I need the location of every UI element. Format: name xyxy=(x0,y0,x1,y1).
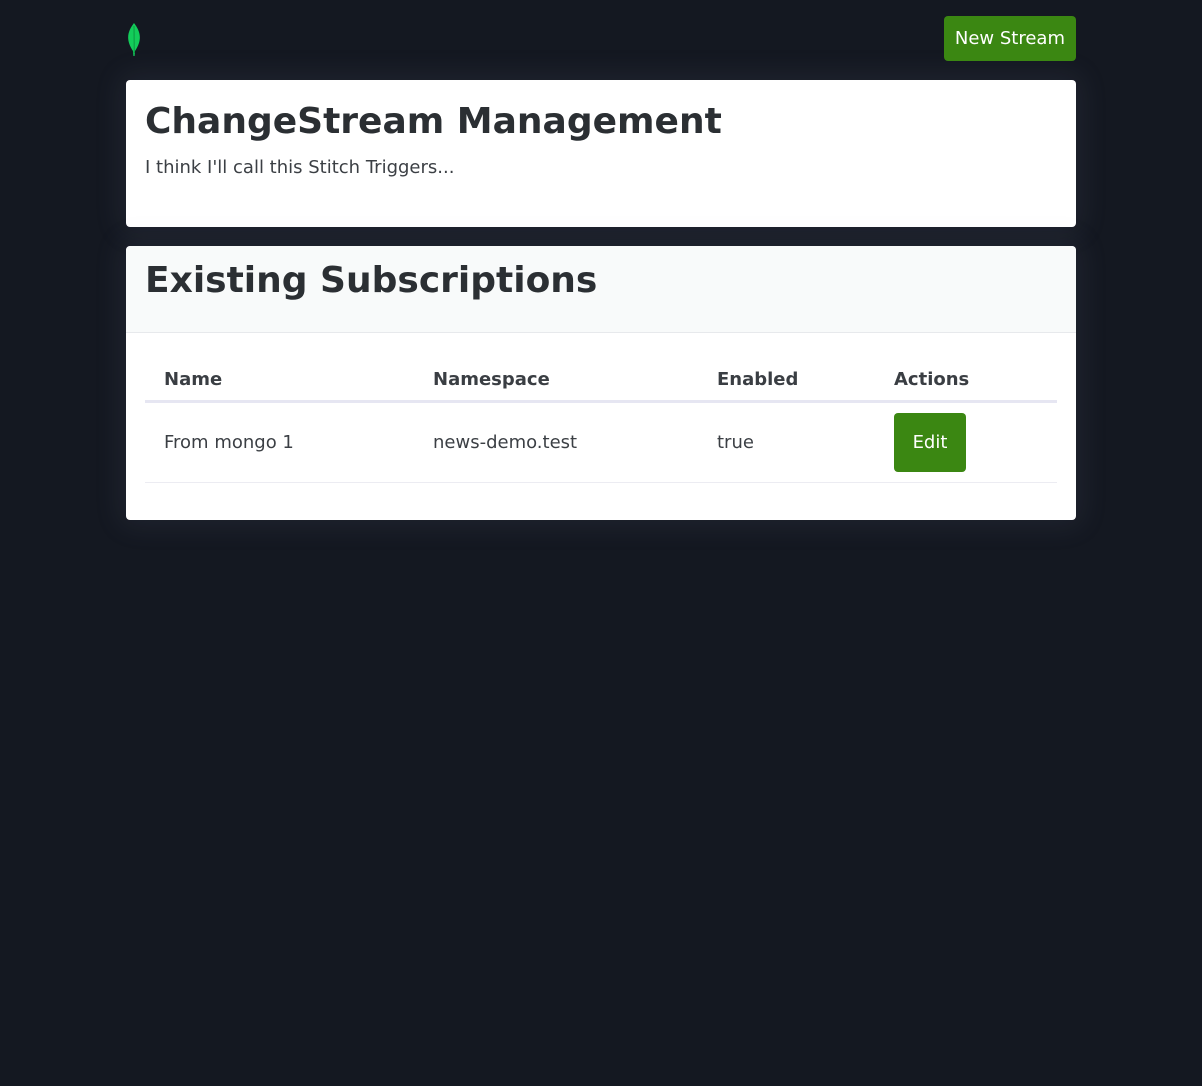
page-container: New Stream ChangeStream Management I thi… xyxy=(126,0,1076,520)
table-row: From mongo 1 news-demo.test true Edit xyxy=(145,401,1057,483)
column-header-actions: Actions xyxy=(875,359,1057,403)
cell-actions: Edit xyxy=(875,401,1057,483)
cell-name: From mongo 1 xyxy=(145,401,414,483)
subscriptions-table: Name Namespace Enabled Actions From mong… xyxy=(145,359,1057,483)
navbar: New Stream xyxy=(126,0,1076,80)
mongodb-leaf-icon[interactable] xyxy=(126,23,142,56)
intro-card: ChangeStream Management I think I'll cal… xyxy=(126,80,1076,227)
cell-enabled: true xyxy=(698,401,875,483)
column-header-name: Name xyxy=(145,359,414,403)
column-header-enabled: Enabled xyxy=(698,359,875,403)
subscriptions-header: Existing Subscriptions xyxy=(126,246,1076,333)
new-stream-button[interactable]: New Stream xyxy=(943,16,1076,61)
intro-text: I think I'll call this Stitch Triggers..… xyxy=(145,157,455,178)
subscriptions-card: Existing Subscriptions Name Namespace En… xyxy=(126,246,1076,520)
edit-button[interactable]: Edit xyxy=(894,413,966,472)
column-header-namespace: Namespace xyxy=(414,359,698,403)
subscriptions-title: Existing Subscriptions xyxy=(145,260,598,301)
table-header-row: Name Namespace Enabled Actions xyxy=(145,359,1057,403)
subscriptions-body: Name Namespace Enabled Actions From mong… xyxy=(126,359,1076,483)
cell-namespace: news-demo.test xyxy=(414,401,698,483)
page-title: ChangeStream Management xyxy=(145,101,722,142)
